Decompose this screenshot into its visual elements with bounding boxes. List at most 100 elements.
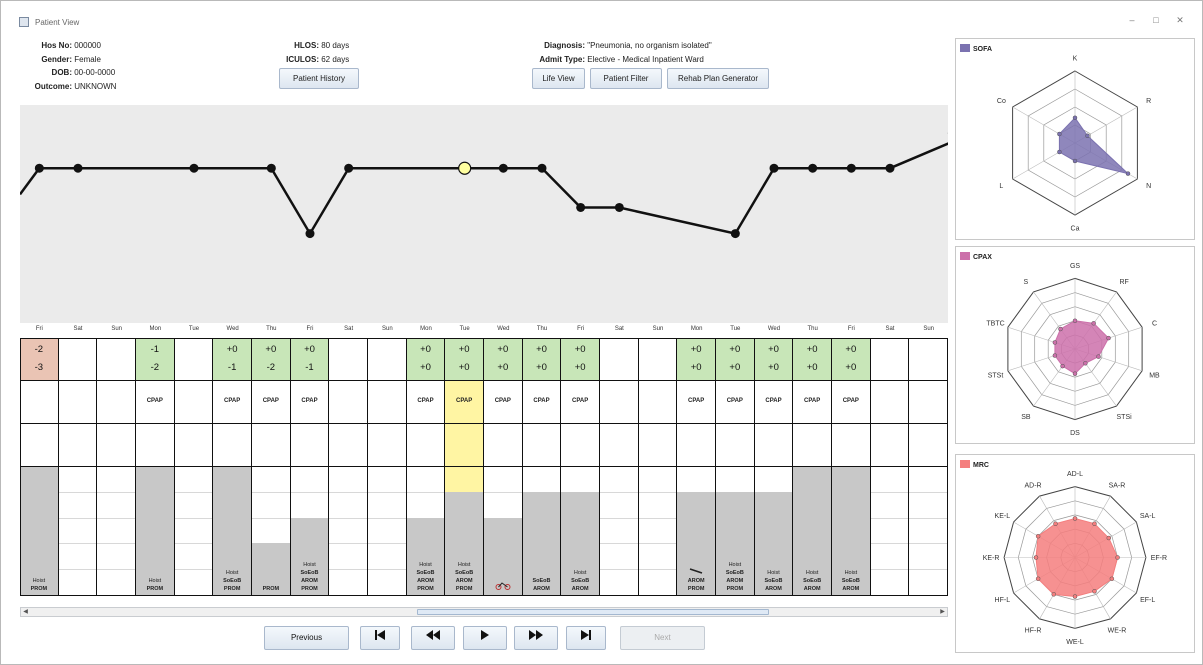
data-point[interactable] <box>537 163 547 173</box>
sofa-axis-label: Ca <box>1071 226 1080 233</box>
cpax-axis-label: C <box>1152 321 1157 328</box>
score-bottom: -1 <box>305 362 314 373</box>
data-point[interactable] <box>885 163 895 173</box>
respiratory-support-label: CPAP <box>224 398 241 404</box>
data-point[interactable] <box>846 163 856 173</box>
activity-label: Hoist <box>419 562 432 568</box>
score-top: +0 <box>574 344 586 355</box>
data-point[interactable] <box>769 163 779 173</box>
grid-row-line <box>20 380 948 381</box>
hos-no-label: Hos No: <box>41 41 72 50</box>
mrc-data-point <box>1106 535 1112 541</box>
respiratory-support-label: CPAP <box>765 398 782 404</box>
timeline-scrollbar[interactable]: ◀ ▶ <box>20 607 948 617</box>
respiratory-support-label: CPAP <box>533 398 550 404</box>
score-bottom: -1 <box>227 362 237 373</box>
mrc-axis-label: HF-R <box>1025 628 1042 635</box>
cpax-axis-label: TBTC <box>986 321 1004 328</box>
activity-label: AROM <box>417 578 434 584</box>
cpax-axis-label: GS <box>1070 263 1080 270</box>
score-cell: +0 +0 <box>561 338 599 380</box>
data-point[interactable] <box>730 229 740 239</box>
scrollbar-thumb[interactable] <box>417 609 769 615</box>
data-point[interactable] <box>305 229 315 239</box>
score-cell: +0 +0 <box>832 338 870 380</box>
day-label: Sun <box>923 326 934 332</box>
activity-label: Hoist <box>457 562 471 568</box>
mrc-data-point <box>1035 533 1041 539</box>
activity-label: AROM <box>765 586 782 592</box>
selected-data-point[interactable] <box>458 161 472 175</box>
minimize-button[interactable]: – <box>1125 15 1139 25</box>
respiratory-support-label: CPAP <box>726 398 743 404</box>
day-label: Mon <box>690 326 703 332</box>
data-point[interactable] <box>266 163 276 173</box>
app-icon <box>19 17 29 27</box>
score-top: +0 <box>265 344 277 355</box>
mrc-title: MRC <box>960 460 989 470</box>
activity-label: SoEoB <box>571 578 590 584</box>
respiratory-support-label: CPAP <box>572 398 589 404</box>
mrc-axis-label: AD-L <box>1067 471 1083 478</box>
first-button[interactable] <box>360 626 400 650</box>
score-cell: +0 +0 <box>754 338 793 380</box>
activity-label: PROM <box>30 586 48 592</box>
sofa-swatch <box>960 44 970 52</box>
rewind-button[interactable] <box>411 626 455 650</box>
sofa-title-text: SOFA <box>973 46 993 53</box>
mrc-axis-label: WE-L <box>1066 639 1084 646</box>
day-label: Sat <box>73 326 83 332</box>
sofa-axis-label: L <box>999 183 1003 190</box>
data-point[interactable] <box>189 163 199 173</box>
close-button[interactable]: ✕ <box>1173 15 1187 26</box>
score-bottom: -2 <box>150 362 160 373</box>
patient-history-button[interactable]: Patient History <box>279 68 359 89</box>
activity-label: PROM <box>687 586 705 592</box>
maximize-button[interactable]: □ <box>1149 15 1163 25</box>
score-top: +0 <box>845 344 857 355</box>
cpax-data-point <box>1091 321 1096 326</box>
scroll-left-icon[interactable]: ◀ <box>21 608 30 616</box>
respiratory-support-label: CPAP <box>842 398 859 404</box>
data-point[interactable] <box>498 163 508 173</box>
fast-forward-button[interactable] <box>514 626 558 650</box>
last-button[interactable] <box>566 626 606 650</box>
play-button[interactable] <box>463 626 507 650</box>
trend-chart <box>18 105 972 323</box>
data-point[interactable] <box>73 163 83 173</box>
hlos-label: HLOS: <box>294 41 319 50</box>
score-bottom: -2 <box>266 362 276 373</box>
activity-label: SoEoB <box>223 578 242 584</box>
data-point[interactable] <box>34 163 44 173</box>
mrc-panel: MRC AD-L SA-R SA-L EF-R EF-L WE-R WE-L HF-R HF-L… <box>955 454 1195 653</box>
life-view-button[interactable]: Life View <box>532 68 585 89</box>
patient-filter-button[interactable]: Patient Filter <box>590 68 662 89</box>
mrc-data-point <box>1035 576 1041 582</box>
score-cell: +0 +0 <box>484 338 522 380</box>
score-top: +0 <box>497 344 509 355</box>
data-point[interactable] <box>344 163 354 173</box>
rehab-plan-generator-button[interactable]: Rehab Plan Generator <box>667 68 769 89</box>
activity-label: Hoist <box>573 570 587 576</box>
sofa-axis-label: Co <box>997 98 1006 105</box>
score-top: +0 <box>806 344 818 355</box>
cpax-data-point <box>1052 353 1058 358</box>
scroll-right-icon[interactable]: ▶ <box>938 608 947 616</box>
previous-button[interactable]: Previous <box>264 626 349 650</box>
mrc-data-point <box>1115 555 1120 560</box>
dob-label: DOB: <box>51 68 72 77</box>
data-point[interactable] <box>576 202 586 212</box>
data-point[interactable] <box>614 202 624 212</box>
activity-labels <box>484 582 522 593</box>
cpax-title: CPAX <box>960 252 992 262</box>
data-point[interactable] <box>808 163 818 173</box>
day-label: Tue <box>459 326 470 332</box>
score-cell: -2 -3 <box>20 338 58 380</box>
cpax-axis-label: STSt <box>988 372 1004 379</box>
mrc-axis-label: SA-L <box>1140 513 1156 520</box>
score-cell: +0 +0 <box>406 338 445 380</box>
sofa-axis-label: N <box>1146 183 1151 190</box>
activity-label: PROM <box>262 586 280 592</box>
sofa-axis-label: K <box>1073 56 1078 63</box>
respiratory-support-label: CPAP <box>146 398 163 404</box>
